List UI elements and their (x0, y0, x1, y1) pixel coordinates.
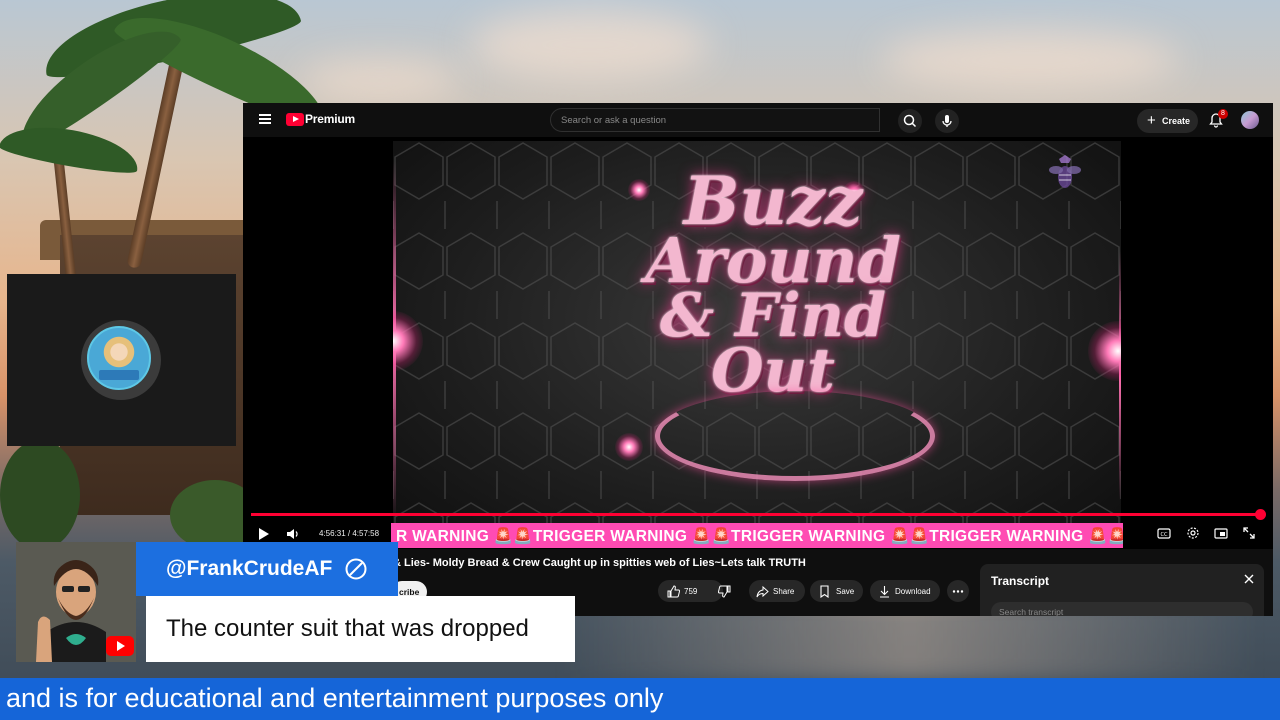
blocked-icon (345, 558, 367, 580)
settings-gear-icon[interactable] (1186, 526, 1200, 540)
chat-message-box: The counter suit that was dropped (146, 596, 575, 662)
transcript-title: Transcript (991, 574, 1050, 588)
fullscreen-icon[interactable] (1242, 526, 1256, 540)
search-placeholder: Search or ask a question (561, 115, 667, 126)
profile-avatar-ring (81, 320, 161, 400)
close-icon[interactable] (1244, 574, 1254, 584)
transcript-search-input[interactable]: Search transcript (991, 602, 1253, 616)
plus-icon: + (1147, 112, 1156, 129)
video-frame: Buzz Around & Find Out (393, 141, 1121, 543)
profile-avatar-banner (99, 370, 139, 380)
bottom-ticker-bar: and is for educational and entertainment… (0, 678, 1280, 720)
create-button[interactable]: + Create (1137, 109, 1198, 133)
menu-icon[interactable] (259, 114, 271, 124)
youtube-top-bar: Premium Search or ask a question + Creat… (243, 103, 1273, 137)
svg-text:CC: CC (1161, 532, 1168, 538)
account-avatar[interactable] (1241, 111, 1259, 129)
youtube-logo-label[interactable]: Premium (305, 112, 355, 126)
thumbs-down-icon (718, 585, 731, 598)
youtube-window: Premium Search or ask a question + Creat… (243, 103, 1273, 616)
volume-icon[interactable] (286, 527, 300, 541)
download-icon (880, 586, 889, 598)
bee-watermark-icon (1049, 155, 1081, 188)
thumbnail-line-1: Buzz (683, 162, 863, 240)
chat-username-bar: @FrankCrudeAF (136, 542, 398, 596)
swirl-ornament (655, 391, 935, 481)
thumbnail-title-art: Buzz Around & Find Out (613, 162, 933, 406)
like-count: 759 (684, 587, 698, 596)
subtitles-icon[interactable]: CC (1157, 526, 1171, 540)
profile-card (7, 274, 236, 446)
save-label: Save (836, 587, 855, 596)
search-input[interactable]: Search or ask a question (550, 108, 880, 132)
time-display: 4:56:31 / 4:57:58 (319, 529, 380, 538)
ticker-text: R WARNING 🚨🚨TRIGGER WARNING 🚨🚨TRIGGER WA… (396, 528, 1123, 545)
video-player[interactable]: Buzz Around & Find Out 4:56:31 / 4:57:58 (243, 137, 1273, 549)
voice-search-button[interactable] (935, 109, 959, 133)
bookmark-icon (820, 585, 829, 598)
chat-username: @FrankCrudeAF (166, 557, 333, 580)
search-icon (903, 114, 917, 128)
play-icon[interactable] (259, 528, 269, 540)
trigger-warning-ticker: R WARNING 🚨🚨TRIGGER WARNING 🚨🚨TRIGGER WA… (391, 523, 1123, 548)
create-label: Create (1162, 116, 1191, 126)
share-button[interactable]: Share (749, 580, 805, 602)
more-actions-button[interactable] (947, 580, 969, 602)
more-horizontal-icon (952, 590, 964, 593)
bottom-ticker-text: and is for educational and entertainment… (6, 683, 664, 713)
search-button[interactable] (898, 109, 922, 133)
microphone-icon (942, 115, 952, 127)
theater-mode-icon[interactable] (1214, 526, 1228, 540)
youtube-badge-icon (106, 636, 134, 656)
transcript-panel: Transcript Search transcript (980, 564, 1264, 616)
download-label: Download (895, 587, 931, 596)
profile-avatar (87, 326, 151, 390)
thumbs-up-icon (667, 585, 680, 598)
share-icon (756, 585, 769, 598)
download-button[interactable]: Download (870, 580, 940, 602)
youtube-logo-icon[interactable] (286, 113, 304, 126)
thumbnail-line-3: & Find Out (659, 280, 887, 406)
save-button[interactable]: Save (810, 580, 863, 602)
transcript-search-placeholder: Search transcript (999, 607, 1064, 616)
progress-played (251, 513, 1260, 516)
progress-bar[interactable] (251, 509, 1266, 520)
dislike-button[interactable] (713, 580, 739, 602)
notification-count-badge: 8 (1218, 109, 1228, 119)
chat-user-avatar (16, 542, 136, 662)
video-title: & Lies- Moldy Bread & Crew Caught up in … (393, 557, 806, 569)
share-label: Share (773, 587, 795, 596)
chat-message-text: The counter suit that was dropped (166, 615, 529, 642)
